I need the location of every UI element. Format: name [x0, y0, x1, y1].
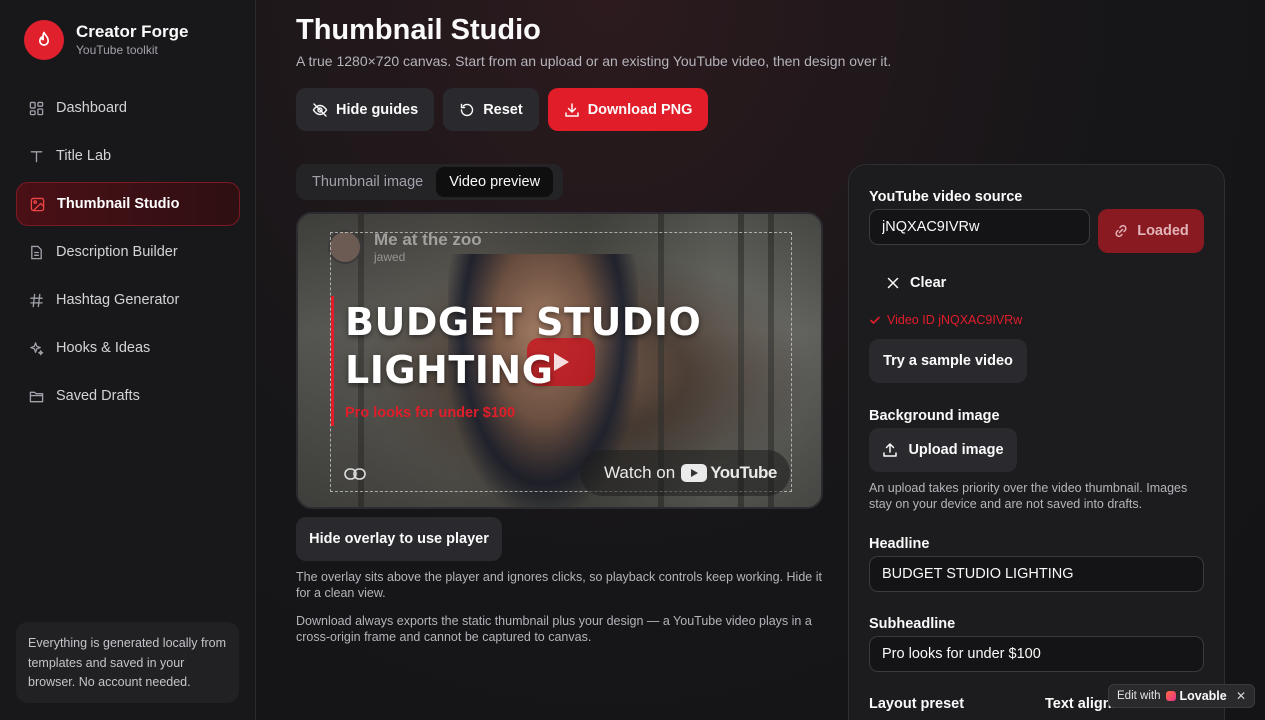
- sidebar-item-label: Hashtag Generator: [56, 292, 180, 308]
- upload-icon: [883, 443, 898, 457]
- preview-tabs: Thumbnail image Video preview: [296, 164, 563, 200]
- thumbnail-subheadline: Pro looks for under $100: [345, 405, 516, 421]
- clear-button[interactable]: Clear: [869, 265, 946, 301]
- thumbnail-headline: BUDGET STUDIO LIGHTING: [345, 298, 725, 394]
- headline-line-1: BUDGET STUDIO: [345, 300, 702, 344]
- youtube-play-icon: [681, 464, 708, 482]
- download-note: Download always exports the static thumb…: [296, 614, 812, 644]
- video-source-label: YouTube video source: [869, 189, 1023, 205]
- upload-label: Upload image: [908, 442, 1004, 458]
- youtube-logo: YouTube: [681, 463, 777, 483]
- sidebar-item-hooks-ideas[interactable]: Hooks & Ideas: [16, 326, 240, 370]
- download-png-button[interactable]: Download PNG: [547, 88, 709, 131]
- headline-line-2: LIGHTING: [345, 348, 554, 392]
- text-icon: [28, 148, 44, 164]
- check-icon: [870, 316, 880, 324]
- sidebar-item-label: Thumbnail Studio: [57, 196, 180, 212]
- overlay-note: The overlay sits above the player and ig…: [296, 570, 822, 600]
- reset-icon: [459, 102, 475, 118]
- dashboard-icon: [28, 100, 44, 116]
- loaded-label: Loaded: [1137, 223, 1189, 239]
- video-id-status: Video ID jNQXAC9IVRw: [869, 313, 1022, 327]
- hide-overlay-button[interactable]: Hide overlay to use player: [296, 517, 502, 561]
- subheadline-input[interactable]: [869, 636, 1204, 672]
- sidebar-item-thumbnail-studio[interactable]: Thumbnail Studio: [16, 182, 240, 226]
- watch-on-youtube-button[interactable]: Watch on YouTube: [580, 450, 790, 496]
- headline-accent-bar: [331, 296, 334, 426]
- page-subtitle: A true 1280×720 canvas. Start from an up…: [296, 53, 892, 69]
- brand-name: Creator Forge: [76, 22, 189, 41]
- clear-label: Clear: [910, 275, 947, 291]
- flame-icon: [24, 20, 64, 60]
- download-icon: [564, 102, 580, 118]
- lovable-brand: Lovable: [1179, 689, 1227, 703]
- watch-on-label: Watch on: [604, 463, 676, 482]
- sparkles-icon: [28, 340, 44, 356]
- sidebar-nav: Dashboard Title Lab Thumbnail Studio Des…: [16, 86, 240, 422]
- youtube-brand: YouTube: [710, 463, 777, 482]
- link-icon: [1115, 224, 1127, 238]
- folder-icon: [28, 388, 44, 404]
- eye-off-icon: [312, 102, 328, 118]
- headline-label: Headline: [869, 536, 930, 552]
- upload-note: An upload takes priority over the video …: [869, 481, 1188, 511]
- hide-guides-label: Hide guides: [336, 101, 419, 118]
- edit-with-lovable-badge[interactable]: Edit with Lovable ✕: [1108, 684, 1255, 708]
- sidebar-item-hashtag-generator[interactable]: Hashtag Generator: [16, 278, 240, 322]
- video-preview-frame[interactable]: Me at the zoo jawed BUDGET STUDIO LIGHTI…: [296, 212, 823, 509]
- headline-input[interactable]: [869, 556, 1204, 592]
- layout-preset-label: Layout preset: [869, 696, 965, 712]
- sidebar-item-label: Hooks & Ideas: [56, 340, 151, 356]
- lovable-heart-icon: [1166, 691, 1177, 701]
- background-image-label: Background image: [869, 408, 1000, 424]
- sidebar-item-label: Dashboard: [56, 100, 127, 116]
- page-title: Thumbnail Studio: [296, 14, 541, 46]
- hash-icon: [28, 292, 44, 308]
- brand-subtitle: YouTube toolkit: [76, 43, 158, 57]
- sidebar-item-label: Saved Drafts: [56, 388, 140, 404]
- reset-label: Reset: [483, 101, 523, 118]
- close-icon: [887, 277, 899, 289]
- reset-button[interactable]: Reset: [443, 88, 539, 131]
- toolbar: Hide guides Reset Download PNG: [296, 88, 709, 131]
- sidebar-item-dashboard[interactable]: Dashboard: [16, 86, 240, 130]
- close-badge-icon[interactable]: ✕: [1236, 689, 1246, 703]
- sidebar: Creator Forge YouTube toolkit Dashboard …: [0, 0, 256, 720]
- video-source-input[interactable]: [869, 209, 1090, 245]
- hide-guides-button[interactable]: Hide guides: [296, 88, 435, 131]
- loaded-button[interactable]: Loaded: [1098, 209, 1204, 253]
- sidebar-item-label: Description Builder: [56, 244, 178, 260]
- tab-thumbnail-image[interactable]: Thumbnail image: [299, 167, 436, 197]
- document-icon: [28, 244, 44, 260]
- subheadline-label: Subheadline: [869, 616, 956, 632]
- sidebar-item-title-lab[interactable]: Title Lab: [16, 134, 240, 178]
- link-icon[interactable]: [342, 462, 368, 486]
- brand[interactable]: Creator Forge YouTube toolkit: [24, 20, 188, 60]
- edit-with-label: Edit with: [1117, 690, 1161, 702]
- sidebar-item-label: Title Lab: [56, 148, 112, 164]
- video-id-text: Video ID jNQXAC9IVRw: [887, 313, 1023, 327]
- image-icon: [29, 196, 45, 212]
- sidebar-item-saved-drafts[interactable]: Saved Drafts: [16, 374, 240, 418]
- tab-video-preview[interactable]: Video preview: [436, 167, 554, 197]
- local-storage-note: Everything is generated locally from tem…: [16, 622, 239, 703]
- try-sample-video-button[interactable]: Try a sample video: [869, 339, 1027, 383]
- upload-image-button[interactable]: Upload image: [869, 428, 1017, 472]
- download-label: Download PNG: [587, 101, 693, 118]
- sidebar-item-description-builder[interactable]: Description Builder: [16, 230, 240, 274]
- lovable-logo: Lovable: [1166, 689, 1227, 703]
